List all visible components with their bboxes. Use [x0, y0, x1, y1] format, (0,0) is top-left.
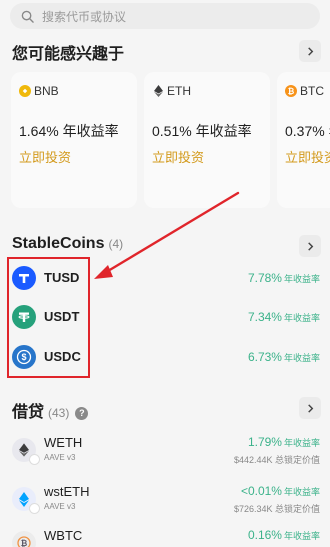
lending-row-wbtc[interactable]: ₿ WBTC 0.16% 年收益率: [0, 525, 330, 547]
lending-rate: 1.79% 年收益率: [248, 435, 320, 449]
lending-rate: 0.16% 年收益率: [248, 528, 320, 542]
lending-title-text: 借贷: [12, 404, 45, 421]
lending-tvl: $726.34K 总锁定价值: [233, 504, 320, 514]
aave-badge-icon: [29, 503, 40, 514]
lending-rate-value: <0.01%: [240, 484, 282, 498]
lending-protocol: AAVE v3: [44, 502, 76, 511]
lending-rate-value: 1.79%: [247, 435, 282, 449]
lending-symbol: WETH: [44, 435, 83, 450]
svg-text:₿: ₿: [21, 539, 28, 547]
lending-rate-value: 0.16%: [247, 528, 282, 542]
chevron-right-icon: [307, 403, 313, 413]
lending-more-button[interactable]: [299, 397, 321, 419]
lending-row-weth[interactable]: WETH AAVE v3 1.79% 年收益率 $442.44K 总锁定价值: [0, 432, 330, 472]
lending-count: (43): [48, 406, 70, 420]
wbtc-icon: ₿: [12, 531, 36, 547]
lending-rate-unit: 年收益率: [283, 438, 320, 448]
aave-badge-icon: [29, 454, 40, 465]
lending-symbol: WBTC: [44, 528, 83, 543]
lending-protocol: AAVE v3: [44, 453, 76, 462]
lending-rate: <0.01% 年收益率: [241, 484, 320, 498]
help-icon[interactable]: ?: [75, 406, 89, 420]
lending-rate-unit: 年收益率: [283, 531, 320, 541]
lending-title: 借贷 (43)?: [12, 398, 89, 422]
lending-tvl: $442.44K 总锁定价值: [233, 455, 320, 465]
lending-row-wsteth[interactable]: wstETH AAVE v3 <0.01% 年收益率 $726.34K 总锁定价值: [0, 481, 330, 521]
lending-rate-unit: 年收益率: [283, 487, 320, 497]
lending-symbol: wstETH: [44, 484, 90, 499]
